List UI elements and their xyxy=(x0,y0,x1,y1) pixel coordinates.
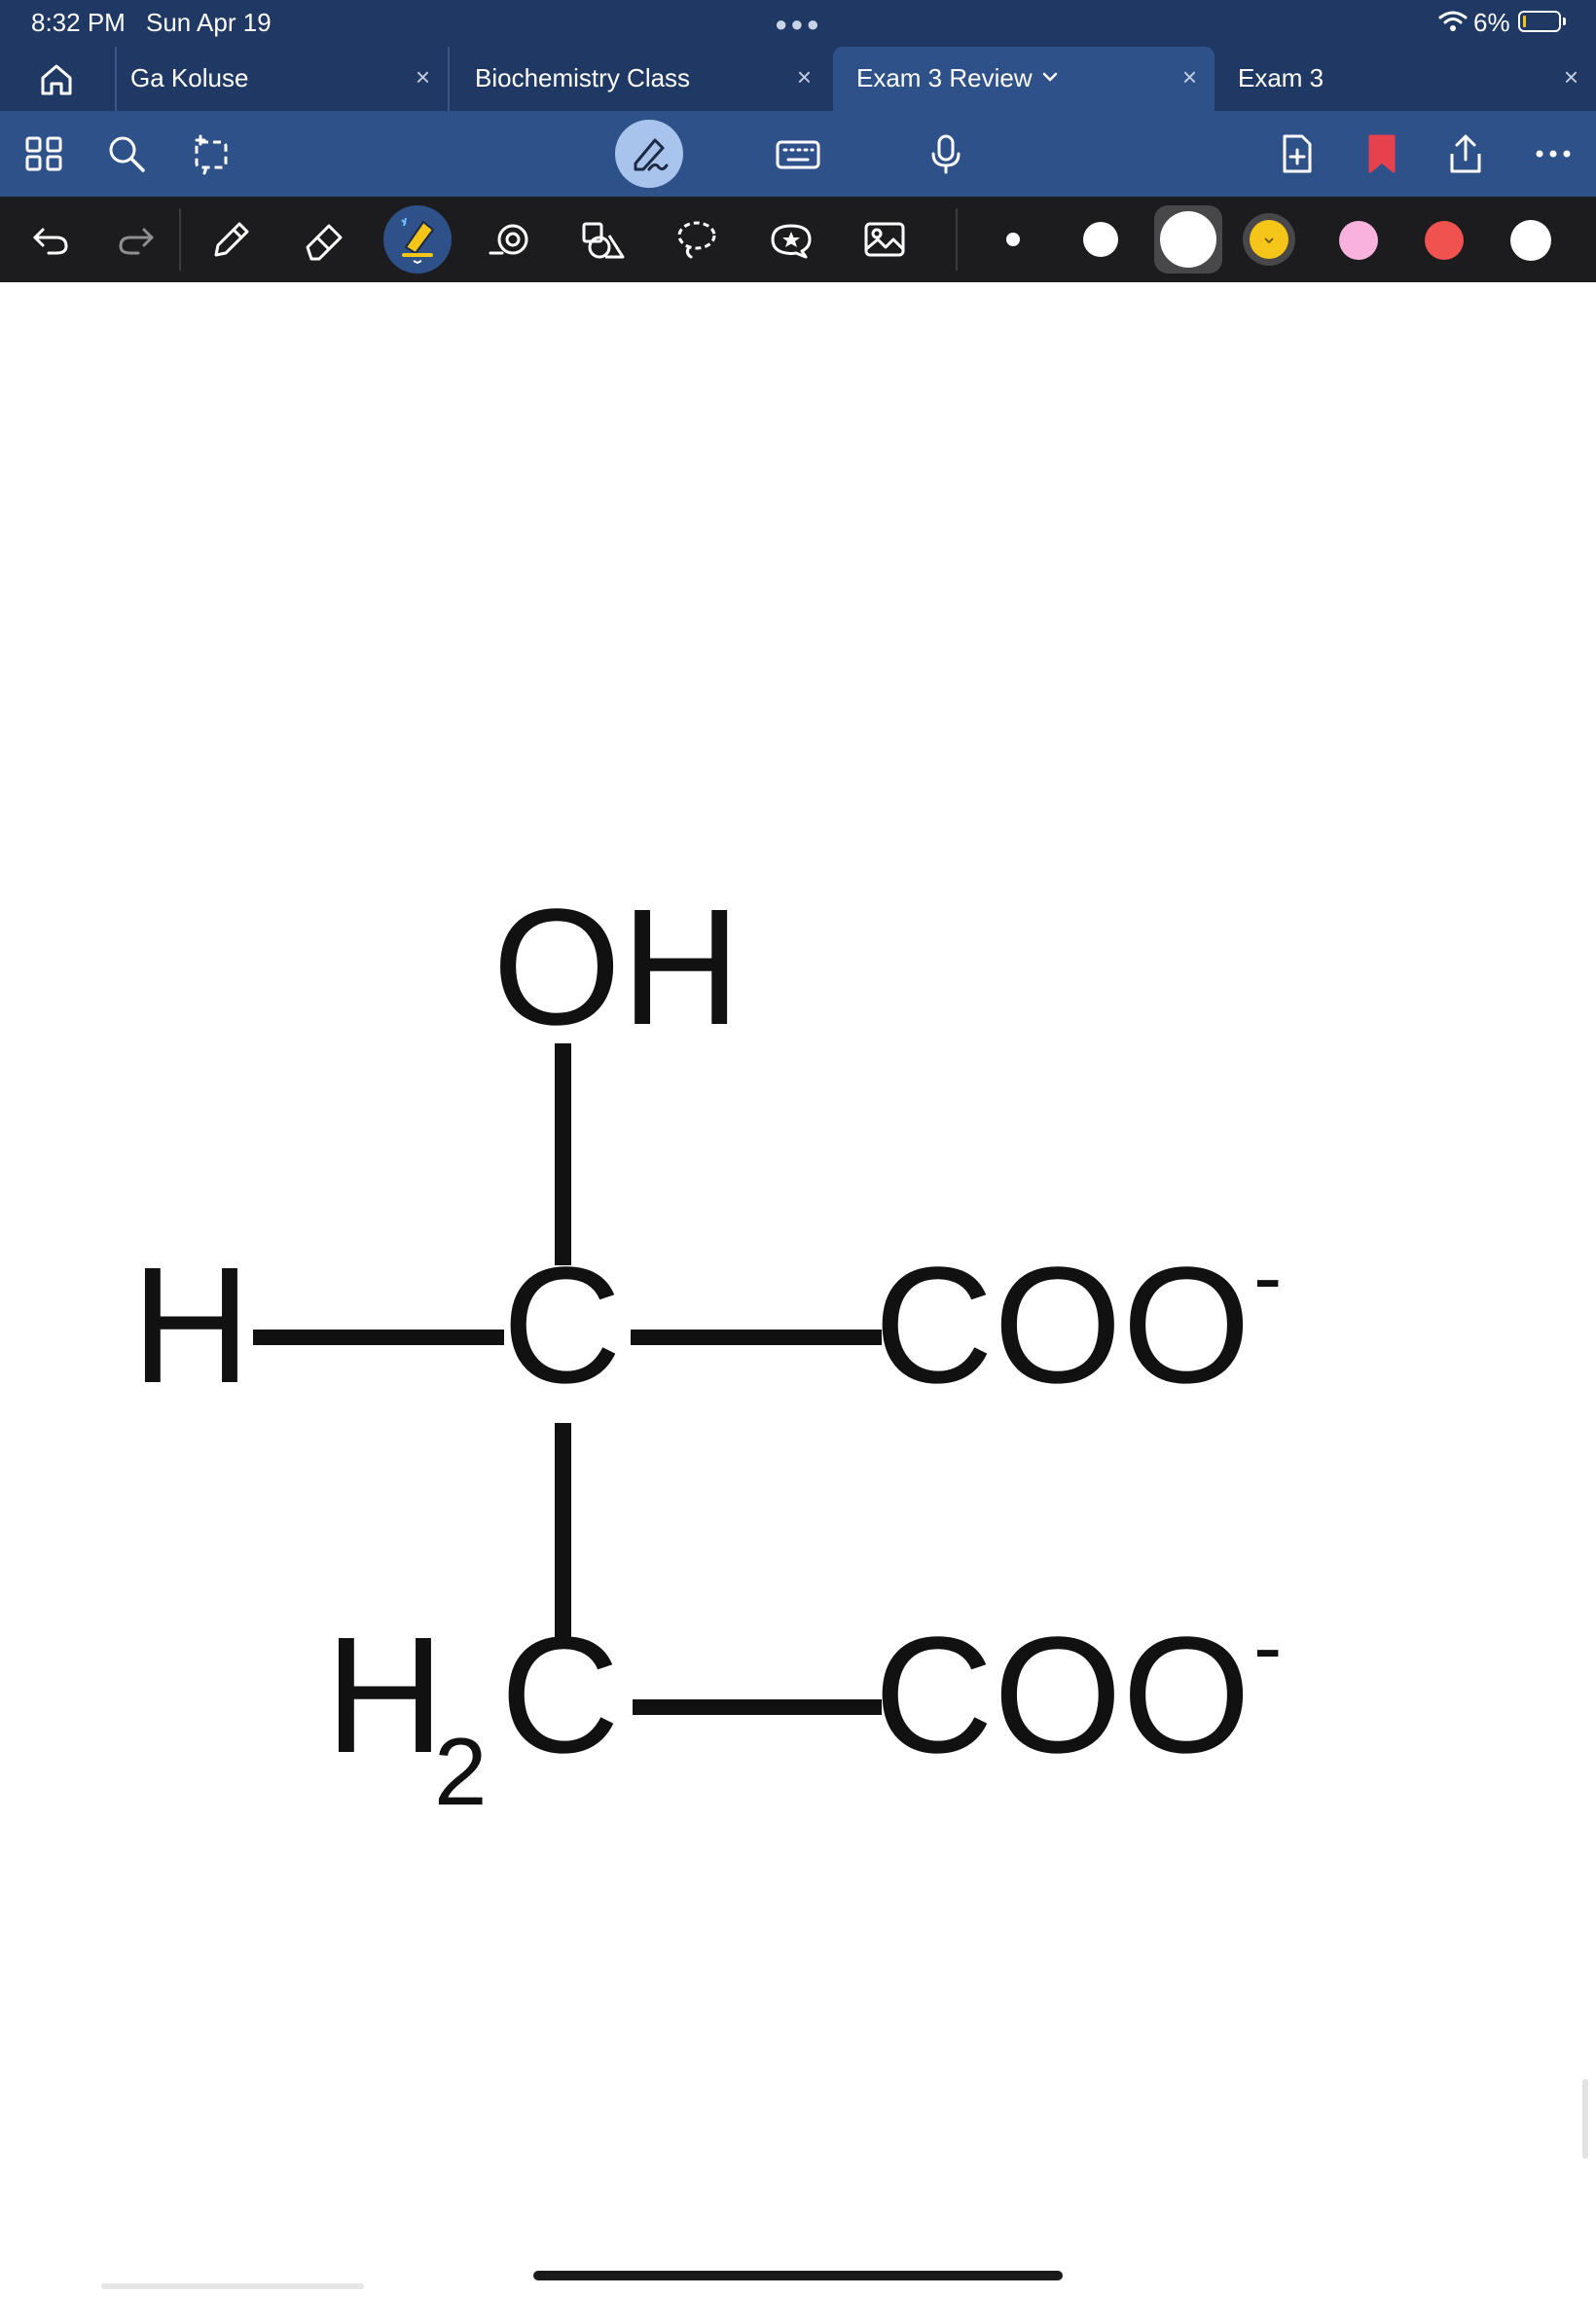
share-icon[interactable] xyxy=(1444,132,1487,175)
oh-label: OH xyxy=(492,875,741,1060)
h-label: H xyxy=(131,1233,251,1418)
tab-ga-koluse[interactable]: Ga Koluse × xyxy=(115,47,448,111)
carboxylate-bottom-label: COO xyxy=(874,1603,1251,1788)
bond-h-c xyxy=(253,1330,504,1345)
chevron-down-icon xyxy=(1264,237,1274,244)
charge-top-label: - xyxy=(1253,1228,1282,1325)
shapes-icon[interactable] xyxy=(580,218,627,261)
document-toolbar xyxy=(0,111,1596,197)
close-icon[interactable]: × xyxy=(1182,62,1197,92)
add-page-icon[interactable] xyxy=(1275,132,1318,175)
multitasking-dots-icon[interactable]: ●●● xyxy=(775,12,822,37)
color-swatch-yellow[interactable] xyxy=(1243,213,1295,266)
h2c-h-label: H xyxy=(325,1603,445,1788)
close-icon[interactable]: × xyxy=(797,62,812,92)
bond-vertical-top xyxy=(555,1043,571,1265)
tab-bar: Ga Koluse × Biochemistry Class × Exam 3 … xyxy=(0,47,1596,111)
page-indicator xyxy=(101,2283,364,2289)
keyboard-icon[interactable] xyxy=(775,132,821,175)
stroke-size-medium[interactable] xyxy=(1083,222,1118,257)
wifi-icon xyxy=(1438,11,1468,31)
status-time: 8:32 PM xyxy=(31,8,126,37)
status-bar: 8:32 PM Sun Apr 19 ●●● 6% xyxy=(0,0,1596,47)
grid-icon[interactable] xyxy=(23,132,66,175)
more-icon[interactable] xyxy=(1532,132,1575,175)
scroll-indicator[interactable] xyxy=(1582,2079,1588,2159)
eraser-icon[interactable] xyxy=(302,218,345,261)
bookmark-icon[interactable] xyxy=(1360,132,1403,175)
h2c-c-label: C xyxy=(500,1603,620,1788)
color-swatch-pink[interactable] xyxy=(1339,221,1378,260)
bond-c-coo-top xyxy=(631,1330,882,1345)
stroke-size-small[interactable] xyxy=(1006,233,1020,246)
bond-c-coo-bottom xyxy=(633,1699,882,1715)
home-indicator[interactable] xyxy=(533,2271,1063,2280)
pen-mode-icon xyxy=(634,138,669,171)
charge-bottom-label: - xyxy=(1253,1598,1282,1695)
tab-label: Exam 3 Review xyxy=(856,63,1033,92)
tab-label: Ga Koluse xyxy=(130,63,249,92)
drawing-toolbar xyxy=(0,197,1596,282)
tab-label: Exam 3 xyxy=(1238,63,1324,92)
pen-mode-button[interactable] xyxy=(615,120,683,188)
status-date: Sun Apr 19 xyxy=(146,8,272,37)
shape-icon[interactable] xyxy=(487,218,533,261)
lasso-icon[interactable] xyxy=(675,218,718,261)
tab-exam-3[interactable]: Exam 3 × xyxy=(1215,47,1596,111)
lasso-add-icon[interactable] xyxy=(191,132,234,175)
tab-label: Biochemistry Class xyxy=(475,63,691,92)
tab-exam-3-review[interactable]: Exam 3 Review × xyxy=(833,47,1215,111)
color-swatch-white[interactable] xyxy=(1510,220,1551,261)
battery-icon xyxy=(1518,11,1561,32)
tab-biochemistry-class[interactable]: Biochemistry Class × xyxy=(448,47,829,111)
close-icon[interactable]: × xyxy=(416,62,430,92)
malate-structure: OH H C COO - H 2 C COO - xyxy=(131,875,1282,1825)
microphone-icon[interactable] xyxy=(925,132,967,175)
stroke-size-large-selected[interactable] xyxy=(1154,205,1222,273)
pencil-icon[interactable] xyxy=(208,218,251,261)
search-icon[interactable] xyxy=(105,132,148,175)
carboxylate-top-label: COO xyxy=(874,1233,1251,1418)
close-icon[interactable]: × xyxy=(1564,62,1578,92)
image-icon[interactable] xyxy=(862,218,907,261)
undo-icon[interactable] xyxy=(29,218,72,261)
redo-icon[interactable] xyxy=(115,218,158,261)
highlighter-icon xyxy=(401,217,435,265)
color-swatch-red[interactable] xyxy=(1425,221,1464,260)
note-canvas[interactable]: OH H C COO - H 2 C COO - xyxy=(0,282,1596,2297)
home-icon[interactable] xyxy=(37,60,76,99)
highlighter-button[interactable] xyxy=(383,205,452,273)
chevron-down-icon[interactable] xyxy=(1041,70,1059,84)
sticker-icon[interactable] xyxy=(767,218,816,261)
battery-percent: 6% xyxy=(1473,8,1510,37)
h2c-subscript-label: 2 xyxy=(434,1718,488,1825)
carbon-label: C xyxy=(502,1233,622,1418)
